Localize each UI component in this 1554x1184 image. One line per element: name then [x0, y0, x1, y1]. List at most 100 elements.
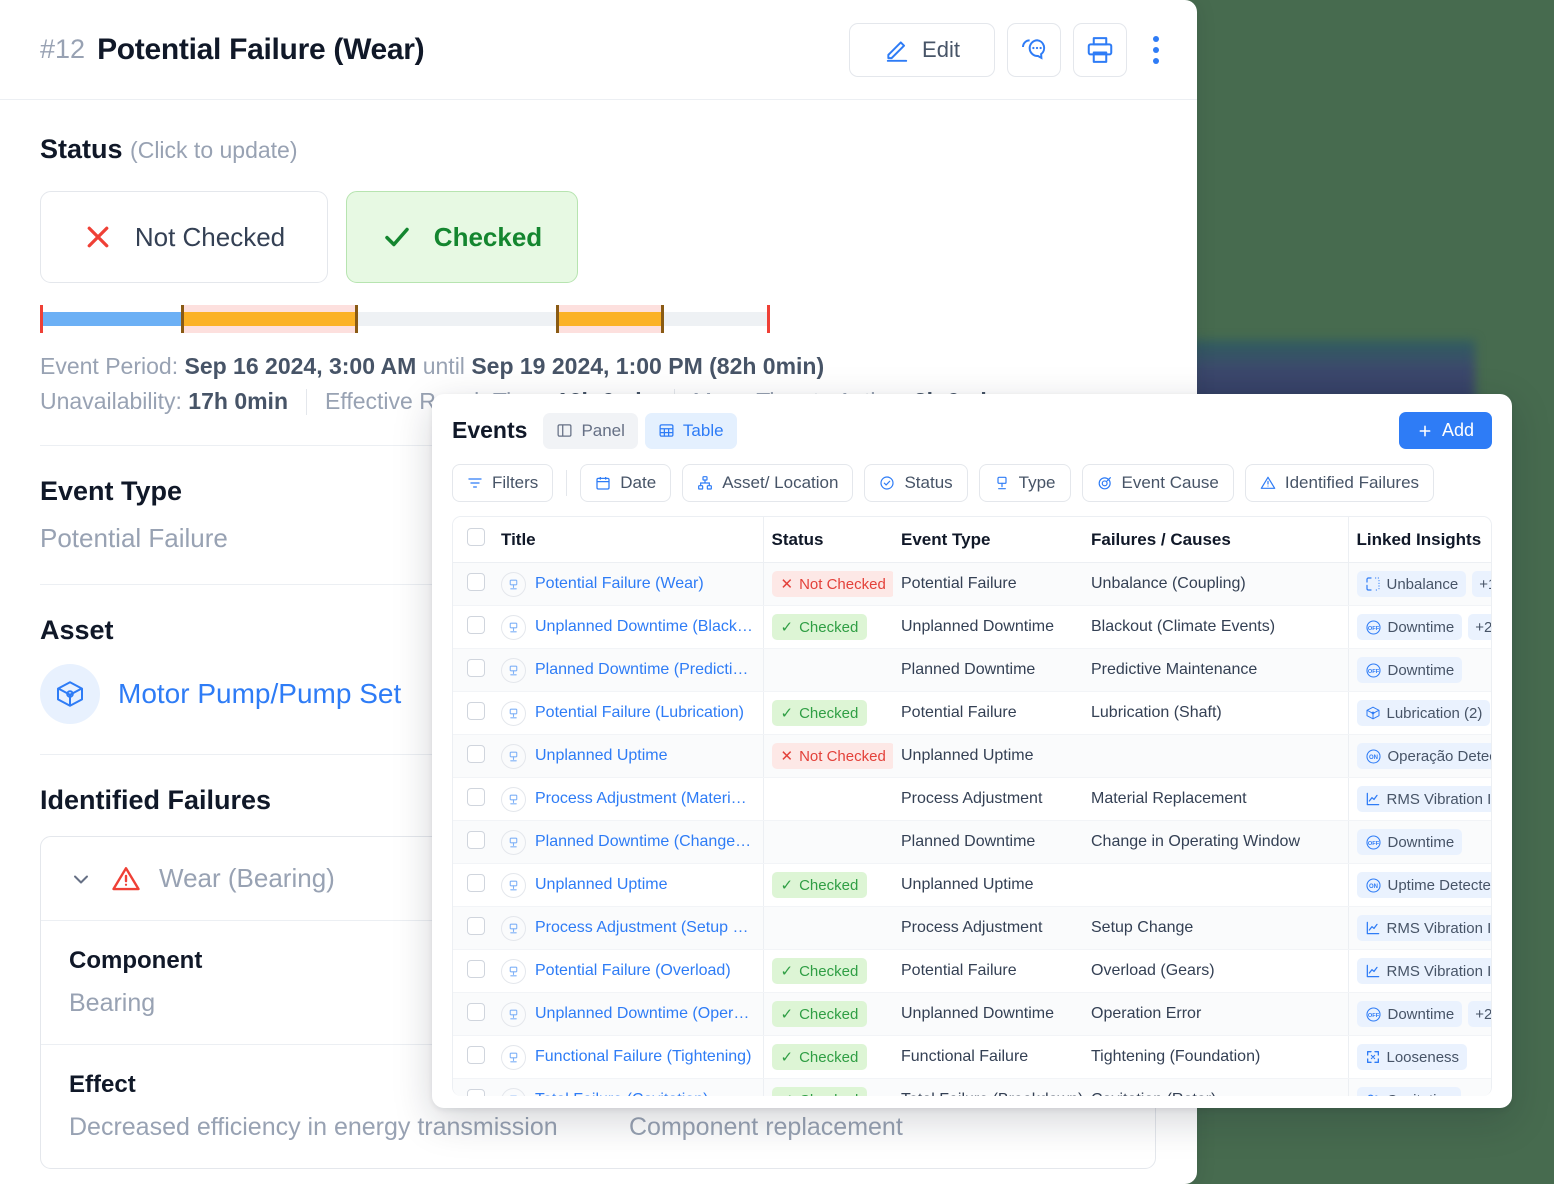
- table-row[interactable]: Potential Failure (Wear) ✕ Not Checked Pote…: [453, 562, 1491, 606]
- insight-chip-label: Downtime: [1387, 618, 1455, 636]
- failure-name-text: Wear: [159, 863, 221, 893]
- row-title-link[interactable]: Potential Failure (Wear): [535, 575, 704, 593]
- row-title-link[interactable]: Unplanned Downtime (Operati...: [535, 1005, 755, 1023]
- row-title-link[interactable]: Unplanned Downtime (Blackout): [535, 618, 755, 636]
- status-not-checked-button[interactable]: Not Checked: [40, 191, 328, 283]
- insight-chip-label: RMS Vibration In: [1386, 790, 1492, 808]
- view-mode-panel[interactable]: Panel: [543, 412, 638, 449]
- filter-status[interactable]: Status: [864, 464, 968, 502]
- row-checkbox[interactable]: [467, 787, 485, 806]
- table-row[interactable]: Planned Downtime (Change in... Planned Do…: [453, 820, 1491, 864]
- row-title-link[interactable]: Total Failure (Cavitation): [535, 1091, 708, 1096]
- insight-chip[interactable]: OFF Downtime: [1356, 657, 1463, 683]
- table-row[interactable]: Functional Failure (Tightening) ✓ Checked F…: [453, 1035, 1491, 1079]
- add-event-button[interactable]: Add: [1398, 412, 1492, 449]
- table-row[interactable]: Process Adjustment (Setup Ch... Process A…: [453, 906, 1491, 950]
- row-checkbox[interactable]: [467, 701, 485, 720]
- insight-chip[interactable]: ON Operação Detecta: [1356, 743, 1491, 769]
- insight-chip[interactable]: RMS Vibration In: [1356, 786, 1492, 812]
- table-row[interactable]: Unplanned Downtime (Blackout) ✓ Checked Unp…: [453, 605, 1491, 649]
- check-icon: ✓: [780, 877, 794, 894]
- row-checkbox[interactable]: [467, 959, 485, 978]
- row-title-link[interactable]: Unplanned Uptime: [535, 747, 668, 765]
- column-header-title[interactable]: Title: [493, 517, 764, 563]
- view-mode-panel-label: Panel: [581, 420, 625, 440]
- row-status-cell: ✓ Checked: [763, 1035, 893, 1079]
- row-checkbox[interactable]: [467, 615, 485, 634]
- comment-button[interactable]: [1007, 22, 1061, 77]
- row-title-link[interactable]: Potential Failure (Lubrication): [535, 704, 744, 722]
- print-button[interactable]: [1073, 22, 1127, 77]
- table-row[interactable]: Total Failure (Cavitation) ✓ Checked Total …: [453, 1078, 1491, 1096]
- insight-chip[interactable]: RMS Vibration In: [1356, 915, 1491, 941]
- row-status-cell: ✓ Checked: [763, 691, 893, 735]
- column-header-failures-causes[interactable]: Failures / Causes: [1083, 517, 1349, 563]
- filter-date[interactable]: Date: [580, 464, 672, 502]
- insight-more-count[interactable]: +2: [1468, 1001, 1491, 1027]
- insight-chip[interactable]: Unbalance: [1356, 571, 1467, 597]
- column-header-status[interactable]: Status: [763, 517, 893, 563]
- table-row[interactable]: Unplanned Downtime (Operati... ✓ Checked Un…: [453, 992, 1491, 1036]
- status-checked-button[interactable]: Checked: [346, 191, 578, 283]
- insight-chip[interactable]: OFF Downtime: [1356, 829, 1463, 855]
- insight-chip[interactable]: OFF Downtime: [1356, 614, 1463, 640]
- insight-chip[interactable]: OFF Downtime: [1356, 1001, 1463, 1027]
- table-row[interactable]: Potential Failure (Lubrication) ✓ Checked P…: [453, 691, 1491, 735]
- row-checkbox[interactable]: [467, 916, 485, 935]
- filter-type[interactable]: Type: [978, 464, 1071, 502]
- events-popover: Events Panel Table Add Filters Date Asse…: [432, 394, 1512, 1108]
- edit-button[interactable]: Edit: [849, 22, 995, 77]
- row-title-link[interactable]: Functional Failure (Tightening): [535, 1048, 751, 1066]
- select-all-header: [453, 517, 493, 563]
- insight-chip[interactable]: Cavitation: [1356, 1087, 1462, 1096]
- insight-chip[interactable]: RMS Vibration In: [1356, 958, 1491, 984]
- view-mode-table[interactable]: Table: [644, 412, 737, 449]
- row-checkbox[interactable]: [467, 658, 485, 677]
- metric-unavailability: Unavailability: 17h 0min: [40, 388, 288, 415]
- asset-pin-icon: [501, 614, 526, 640]
- row-checkbox[interactable]: [467, 1088, 485, 1096]
- filter-icon: [467, 475, 483, 491]
- row-title-link[interactable]: Process Adjustment (Setup Ch...: [535, 919, 755, 937]
- row-checkbox[interactable]: [467, 572, 485, 591]
- insight-more-count[interactable]: +1: [1472, 571, 1491, 597]
- row-status-cell: ✓ Checked: [763, 605, 893, 649]
- asset-link[interactable]: Motor Pump/Pump Set: [118, 678, 401, 710]
- row-event-type-cell: Unplanned Downtime: [893, 605, 1083, 649]
- row-checkbox[interactable]: [467, 830, 485, 849]
- row-event-type-cell: Potential Failure: [893, 949, 1083, 993]
- filter-event-cause[interactable]: Event Cause: [1081, 464, 1234, 502]
- table-row[interactable]: Planned Downtime (Predictive... Planned D…: [453, 648, 1491, 692]
- row-title-link[interactable]: Process Adjustment (Material...: [535, 790, 755, 808]
- row-linked-insights-cell: Unbalance +1: [1348, 562, 1491, 606]
- row-title-link[interactable]: Unplanned Uptime: [535, 876, 668, 894]
- table-row[interactable]: Unplanned Uptime ✕ Not Checked Unplanned Up…: [453, 734, 1491, 778]
- row-checkbox[interactable]: [467, 1002, 485, 1021]
- row-checkbox[interactable]: [467, 1045, 485, 1064]
- table-row[interactable]: Process Adjustment (Material... Process A…: [453, 777, 1492, 821]
- more-options-button[interactable]: [1139, 23, 1173, 77]
- insight-chip[interactable]: ON Uptime Detected: [1356, 872, 1491, 898]
- row-title-link[interactable]: Planned Downtime (Predictive...: [535, 661, 755, 679]
- row-failure-cause-cell: Operation Error: [1083, 992, 1349, 1036]
- row-checkbox[interactable]: [467, 873, 485, 892]
- filters-button[interactable]: Filters: [452, 464, 554, 502]
- status-badge: ✕ Not Checked: [771, 743, 893, 769]
- filter-identified-failures[interactable]: Identified Failures: [1244, 464, 1435, 502]
- chevron-down-icon[interactable]: [69, 867, 93, 891]
- row-event-type-cell: Total Failure (Breakdown): [893, 1078, 1083, 1096]
- insight-chip[interactable]: Looseness: [1356, 1044, 1468, 1070]
- filter-asset-location[interactable]: Asset/ Location: [682, 464, 854, 502]
- row-linked-insights-cell: RMS Vibration In: [1348, 949, 1491, 993]
- table-row[interactable]: Unplanned Uptime ✓ Checked Unplanned Uptime…: [453, 863, 1491, 907]
- insight-chip[interactable]: Lubrication (2): [1356, 700, 1491, 726]
- select-all-checkbox[interactable]: [467, 528, 485, 546]
- column-header-linked-insights[interactable]: Linked Insights: [1348, 517, 1491, 563]
- event-timeline[interactable]: [40, 305, 770, 333]
- row-checkbox[interactable]: [467, 744, 485, 763]
- table-row[interactable]: Potential Failure (Overload) ✓ Checked Pote…: [453, 949, 1491, 993]
- row-title-link[interactable]: Planned Downtime (Change in...: [535, 833, 755, 851]
- insight-more-count[interactable]: +2: [1468, 614, 1491, 640]
- column-header-event-type[interactable]: Event Type: [893, 517, 1083, 563]
- row-title-link[interactable]: Potential Failure (Overload): [535, 962, 731, 980]
